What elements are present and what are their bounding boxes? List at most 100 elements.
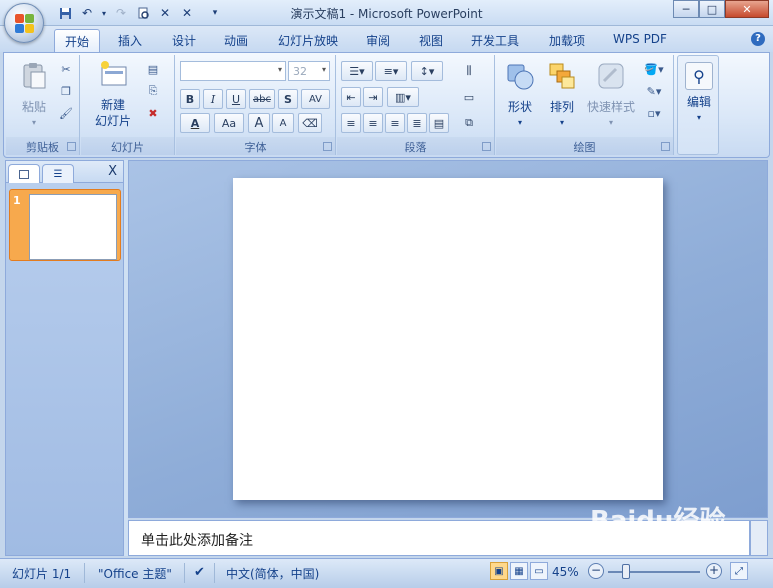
- notes-placeholder: 单击此处添加备注: [141, 533, 253, 549]
- slide-thumbnail: [29, 194, 117, 260]
- quick-styles-button[interactable]: 快速样式 ▾: [584, 61, 638, 131]
- justify-icon[interactable]: ≣: [407, 113, 427, 133]
- clear-format-icon[interactable]: ⌫: [298, 113, 322, 133]
- font-color-button[interactable]: A: [180, 113, 210, 133]
- window-title: 演示文稿1 - Microsoft PowerPoint: [290, 7, 483, 21]
- line-spacing-icon[interactable]: ↕▾: [411, 61, 443, 81]
- maximize-button[interactable]: □: [699, 0, 725, 18]
- align-center-icon[interactable]: ≡: [363, 113, 383, 133]
- align-text-icon[interactable]: ▭: [459, 87, 479, 107]
- outline-tab-icon: ☰: [53, 168, 63, 180]
- chevron-down-icon: ▾: [321, 65, 326, 74]
- arrange-label: 排列: [549, 100, 574, 114]
- slides-tab[interactable]: [8, 164, 40, 183]
- tab-slideshow[interactable]: 幻灯片放映: [272, 29, 344, 52]
- tab-developer[interactable]: 开发工具: [466, 29, 524, 52]
- tab-wps-pdf[interactable]: WPS PDF: [608, 29, 672, 52]
- paste-label: 粘贴: [21, 100, 46, 114]
- new-slide-button[interactable]: 新建 幻灯片: [85, 59, 141, 129]
- office-button[interactable]: [4, 3, 44, 43]
- italic-button[interactable]: I: [203, 89, 223, 109]
- decrease-indent-icon[interactable]: ⇤: [341, 87, 361, 107]
- tab-insert[interactable]: 插入: [108, 29, 152, 52]
- slide-thumbnail-selected[interactable]: 1: [9, 189, 121, 261]
- minimize-button[interactable]: ─: [673, 0, 699, 18]
- arrange-icon: [549, 63, 575, 89]
- cut-icon[interactable]: ✂: [58, 61, 74, 77]
- theme-name[interactable]: "Office 主题": [98, 563, 172, 583]
- zoom-level[interactable]: 45%: [552, 563, 579, 583]
- shrink-font-button[interactable]: A: [272, 113, 294, 133]
- layout-icon[interactable]: ▤: [145, 61, 161, 77]
- normal-view-button[interactable]: ▣: [490, 562, 508, 580]
- align-left-icon[interactable]: ≡: [341, 113, 361, 133]
- group-label-paragraph: 段落: [337, 137, 494, 155]
- tab-review[interactable]: 审阅: [356, 29, 400, 52]
- paragraph-launcher-icon[interactable]: [482, 142, 491, 151]
- text-direction-icon[interactable]: ⫼: [459, 61, 479, 81]
- drawing-launcher-icon[interactable]: [661, 142, 670, 151]
- editing-label: 编辑: [686, 95, 711, 109]
- normal-view-icon: ▣: [494, 565, 504, 577]
- close-button[interactable]: ✕: [725, 0, 769, 18]
- font-launcher-icon[interactable]: [323, 142, 332, 151]
- slide-canvas[interactable]: [233, 178, 663, 500]
- group-label-drawing: 绘图: [496, 137, 673, 155]
- font-name-combo[interactable]: ▾: [180, 61, 286, 81]
- language[interactable]: 中文(简体，中国): [226, 563, 319, 583]
- help-icon[interactable]: ?: [751, 32, 765, 46]
- delete-slide-icon[interactable]: ✖: [145, 105, 161, 121]
- underline-button[interactable]: U: [226, 89, 246, 109]
- clipboard-launcher-icon[interactable]: [67, 142, 76, 151]
- zoom-slider-thumb[interactable]: [622, 564, 630, 579]
- vertical-scrollbar[interactable]: [750, 520, 768, 556]
- tab-animation[interactable]: 动画: [214, 29, 258, 52]
- zoom-out-icon[interactable]: −: [588, 563, 604, 579]
- shapes-button[interactable]: 形状 ▾: [500, 61, 540, 131]
- tab-home[interactable]: 开始: [54, 29, 100, 52]
- slideshow-button[interactable]: ▭: [530, 562, 548, 580]
- tab-view[interactable]: 视图: [409, 29, 453, 52]
- quick-styles-label: 快速样式: [586, 100, 635, 114]
- shape-effects-icon[interactable]: ▫▾: [642, 105, 666, 121]
- change-case-button[interactable]: Aa: [214, 113, 244, 133]
- font-size-combo[interactable]: 32 ▾: [288, 61, 330, 81]
- spell-check-icon[interactable]: ✔: [194, 563, 205, 583]
- arrange-button[interactable]: 排列 ▾: [542, 61, 582, 131]
- slideshow-icon: ▭: [534, 565, 544, 577]
- zoom-in-icon[interactable]: +: [706, 563, 722, 579]
- paste-icon: [23, 63, 46, 89]
- shadow-button[interactable]: S: [278, 89, 298, 109]
- slide-sorter-button[interactable]: ▦: [510, 562, 528, 580]
- window-controls: ─ □ ✕: [673, 0, 769, 18]
- shape-fill-icon[interactable]: 🪣▾: [642, 61, 666, 77]
- group-font: ▾ 32 ▾ B I U abc S AV A Aa A A ⌫ 字体: [176, 55, 336, 155]
- strikethrough-button[interactable]: abc: [249, 89, 275, 109]
- increase-indent-icon[interactable]: ⇥: [363, 87, 383, 107]
- align-right-icon[interactable]: ≡: [385, 113, 405, 133]
- title-bar: ↶ ▾ ↷ ✕ ✕ ▾ 演示文稿1 - Microsoft PowerPoint…: [0, 0, 773, 26]
- panel-close-button[interactable]: X: [108, 164, 117, 179]
- paste-button[interactable]: 粘贴 ▾: [14, 61, 54, 131]
- grow-font-button[interactable]: A: [248, 113, 270, 133]
- bold-button[interactable]: B: [180, 89, 200, 109]
- fit-to-window-icon[interactable]: ⤢: [730, 562, 748, 580]
- columns-icon[interactable]: ▥▾: [387, 87, 419, 107]
- tab-design[interactable]: 设计: [162, 29, 206, 52]
- copy-icon[interactable]: ❐: [58, 83, 74, 99]
- distribute-icon[interactable]: ▤: [429, 113, 449, 133]
- outline-tab[interactable]: ☰: [42, 164, 74, 183]
- char-spacing-button[interactable]: AV: [301, 89, 330, 109]
- slide-sorter-icon: ▦: [514, 565, 524, 577]
- numbering-icon[interactable]: ≡▾: [375, 61, 407, 81]
- ribbon-tabs: 开始 插入 设计 动画 幻灯片放映 审阅 视图 开发工具 加载项 WPS PDF…: [0, 26, 773, 52]
- editing-button[interactable]: ⚲ 编辑 ▾: [680, 62, 718, 126]
- quick-styles-icon: [598, 63, 624, 89]
- tab-addins[interactable]: 加载项: [538, 29, 596, 52]
- shape-outline-icon[interactable]: ✎▾: [642, 83, 666, 99]
- bullets-icon[interactable]: ☰▾: [341, 61, 373, 81]
- notes-pane[interactable]: 单击此处添加备注: [128, 520, 750, 556]
- reset-icon[interactable]: ⎘: [145, 83, 161, 99]
- smartart-icon[interactable]: ⧉: [459, 113, 479, 133]
- format-painter-icon[interactable]: 🖌: [58, 105, 74, 121]
